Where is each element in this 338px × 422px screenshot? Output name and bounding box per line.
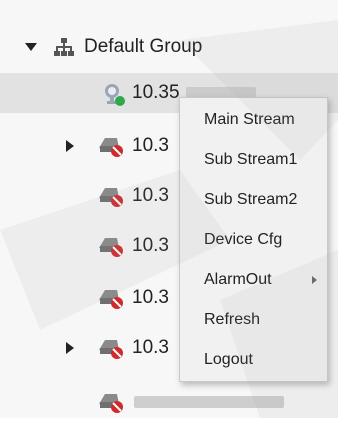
menu-item-alarmout[interactable]: AlarmOut: [180, 262, 327, 298]
device-offline-icon: [99, 290, 123, 309]
submenu-arrow-icon: [312, 276, 317, 284]
menu-item-sub-stream2[interactable]: Sub Stream2: [180, 182, 327, 218]
expand-right-icon[interactable]: [66, 140, 74, 152]
device-ip-label: 10.3: [132, 235, 169, 256]
device-ip-label: [128, 391, 284, 413]
device-offline-icon: [99, 340, 123, 359]
device-offline-icon: [99, 138, 123, 157]
expand-right-icon[interactable]: [66, 342, 74, 354]
device-offline-icon: [99, 238, 123, 257]
device-offline-icon: [99, 188, 123, 207]
device-ip-label: 10.3: [132, 337, 169, 358]
device-offline-icon: [99, 394, 123, 413]
group-tree-icon: [54, 38, 74, 56]
menu-item-refresh[interactable]: Refresh: [180, 302, 327, 338]
tree-group-default[interactable]: Default Group: [0, 27, 338, 67]
menu-item-main-stream[interactable]: Main Stream: [180, 102, 327, 138]
menu-item-sub-stream1[interactable]: Sub Stream1: [180, 142, 327, 178]
device-ip-label: 10.3: [132, 287, 169, 308]
device-ip-label: 10.3: [132, 135, 169, 156]
menu-item-logout[interactable]: Logout: [180, 342, 327, 378]
device-ip-label: 10.3: [132, 185, 169, 206]
group-label: Default Group: [84, 36, 203, 57]
context-menu: Main Stream Sub Stream1 Sub Stream2 Devi…: [179, 97, 328, 382]
tree-device-row[interactable]: [0, 382, 338, 422]
menu-item-alarmout-label: AlarmOut: [204, 271, 272, 288]
device-online-icon: [105, 84, 125, 106]
expand-down-icon[interactable]: [25, 43, 37, 51]
menu-item-device-cfg[interactable]: Device Cfg: [180, 222, 327, 258]
